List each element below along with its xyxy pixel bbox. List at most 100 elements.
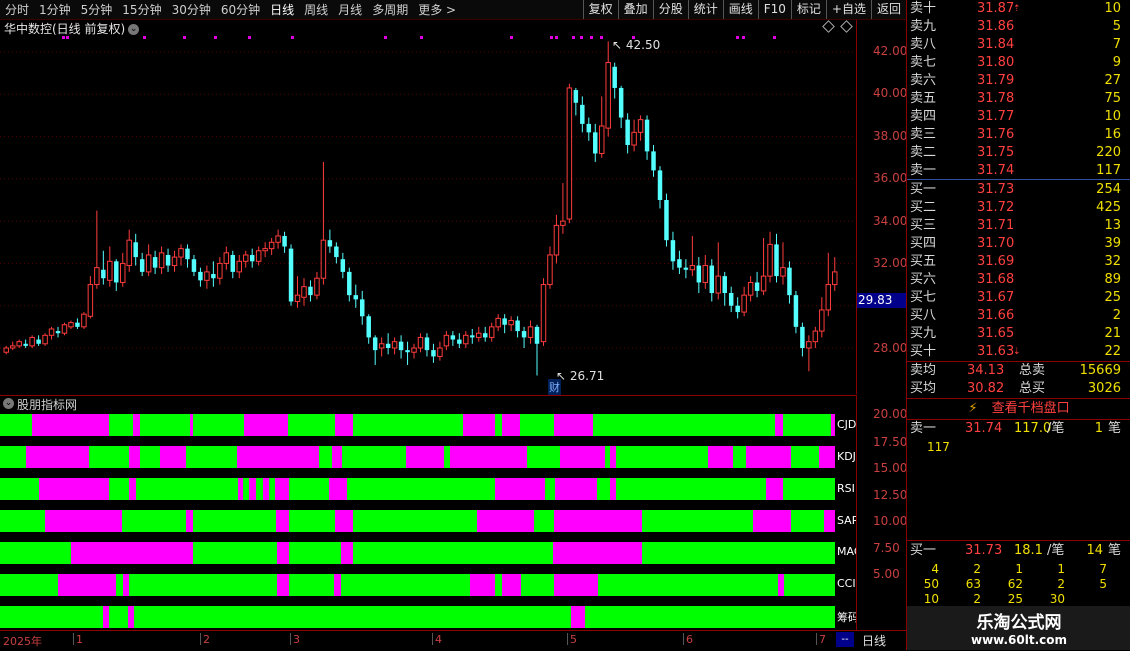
adjust-button[interactable]: 复权	[582, 0, 618, 19]
buy1-queue-row[interactable]: 买一 31.73 18.1 /笔 14 笔	[907, 542, 1130, 560]
ask-row[interactable]: 卖三 31.76 16	[907, 126, 1130, 144]
stats-button[interactable]: 统计	[687, 0, 723, 19]
axis-toggle-button[interactable]: --	[836, 632, 854, 647]
period-tab-more[interactable]: 更多 >	[413, 1, 461, 18]
ask-row[interactable]: 卖五 31.78 75	[907, 90, 1130, 108]
chevron-down-icon[interactable]: ⌄	[128, 24, 140, 35]
period-tab-multi[interactable]: 多周期	[367, 1, 413, 18]
bid-row[interactable]: 买三 31.71 13	[907, 217, 1130, 235]
stock-title: 华中数控(日线 前复权)	[4, 22, 126, 36]
period-tab-daily[interactable]: 日线	[265, 1, 299, 18]
bid-row[interactable]: 买七 31.67 25	[907, 289, 1130, 307]
chevron-down-icon[interactable]: ⌄	[3, 398, 14, 409]
draw-line-button[interactable]: 画线	[722, 0, 758, 19]
bid-volume: 89	[1104, 272, 1121, 287]
period-tab-30min[interactable]: 30分钟	[167, 1, 216, 18]
mark-button[interactable]: 标记	[790, 0, 826, 19]
ask-volume: 27	[1104, 73, 1121, 88]
indicator-segment	[341, 542, 353, 564]
ask-volume: 75	[1104, 91, 1121, 106]
view-full-depth-button[interactable]: ⚡ 查看千档盘口	[907, 400, 1130, 418]
queue-order-size: 62	[1007, 577, 1023, 591]
period-tab-15min[interactable]: 15分钟	[117, 1, 166, 18]
candle	[242, 250, 249, 268]
candle	[488, 322, 495, 342]
indicator-segment	[190, 414, 193, 436]
candle-body	[178, 248, 184, 258]
sell1-queue-unit2: 笔	[1107, 421, 1121, 436]
diamond-icon[interactable]	[840, 20, 853, 33]
candle	[637, 115, 644, 141]
ask-row[interactable]: 卖一 31.74 117	[907, 162, 1130, 180]
period-tab-fenshi[interactable]: 分时	[0, 1, 34, 18]
indicator-segment	[256, 478, 263, 500]
indicator-header[interactable]: ⌄ 股朋指标网	[0, 395, 856, 412]
candle	[443, 331, 450, 351]
candle-body	[832, 271, 838, 286]
bid-level-label: 买十	[910, 344, 937, 359]
candle-body	[185, 248, 190, 260]
overlay-button[interactable]: 叠加	[617, 0, 653, 19]
candle	[48, 326, 55, 340]
sell1-queue-row[interactable]: 卖一 31.74 117.0 /笔 1 笔	[907, 420, 1130, 438]
indicator-segment	[26, 446, 89, 468]
candlestick-chart[interactable]	[0, 36, 856, 394]
ask-row[interactable]: 卖二 31.75 220	[907, 144, 1130, 162]
ask-price: 31.77	[977, 109, 1015, 124]
period-tab-1min[interactable]: 1分钟	[34, 1, 76, 18]
period-tab-weekly[interactable]: 周线	[299, 1, 333, 18]
indicator-segment	[275, 478, 289, 500]
indicator-bars[interactable]	[0, 412, 836, 630]
bid-row[interactable]: 买五 31.69 32	[907, 253, 1130, 271]
candle	[16, 339, 22, 348]
chart-title[interactable]: 华中数控(日线 前复权) ⌄	[4, 20, 140, 37]
time-axis[interactable]: 2025年 1 2 3 4 5 6 7 -- 日线	[0, 630, 906, 651]
ask-row[interactable]: 卖六 31.79 27	[907, 72, 1130, 90]
ask-level-label: 卖一	[910, 163, 937, 178]
bid-row[interactable]: 买十 31.63 ⇣ 22	[907, 343, 1130, 361]
candle	[107, 246, 113, 287]
sub-stock-button[interactable]: 分股	[652, 0, 688, 19]
bid-row[interactable]: 买八 31.66 2	[907, 307, 1130, 325]
bid-row[interactable]: 买四 31.70 39	[907, 235, 1130, 253]
axis-period-tab[interactable]: 日线	[862, 632, 886, 649]
lightning-icon: ⚡	[968, 401, 978, 416]
bid-row[interactable]: 买一 31.73 254	[907, 181, 1130, 199]
candle-body	[107, 260, 113, 281]
candle	[29, 335, 35, 348]
diamond-icon[interactable]	[822, 20, 835, 33]
candle-body	[527, 326, 534, 338]
ask-row[interactable]: 卖四 31.77 10	[907, 108, 1130, 126]
financial-report-marker[interactable]: 财	[548, 379, 561, 395]
candle	[741, 286, 747, 317]
candle	[255, 246, 262, 266]
period-tab-5min[interactable]: 5分钟	[76, 1, 118, 18]
total-buy-value: 3026	[1087, 381, 1121, 396]
bid-row[interactable]: 买二 31.72 425	[907, 199, 1130, 217]
candle	[521, 326, 527, 348]
period-tab-monthly[interactable]: 月线	[333, 1, 367, 18]
candle	[825, 252, 832, 317]
ask-row[interactable]: 卖七 31.80 9	[907, 54, 1130, 72]
add-watchlist-button[interactable]: +自选	[825, 0, 871, 19]
indicator-label-chip: 筹码	[837, 611, 857, 624]
candle-body	[360, 299, 365, 317]
view-full-depth-label: 查看千档盘口	[991, 401, 1070, 416]
candle-body	[495, 317, 501, 328]
f10-button[interactable]: F10	[757, 0, 791, 19]
candle-body	[800, 326, 805, 348]
indicator-segment	[334, 574, 341, 596]
signal-dot	[742, 36, 745, 39]
ask-level-label: 卖八	[910, 37, 937, 52]
back-button[interactable]: 返回	[870, 0, 906, 19]
ask-row[interactable]: 卖十 31.87 ⇡ 10	[907, 0, 1130, 18]
price-tick: 38.00	[873, 129, 908, 143]
bid-row[interactable]: 买九 31.65 21	[907, 325, 1130, 343]
ask-row[interactable]: 卖八 31.84 7	[907, 36, 1130, 54]
candle-body	[709, 265, 715, 294]
bid-row[interactable]: 买六 31.68 89	[907, 271, 1130, 289]
candle-body	[586, 123, 592, 133]
period-tab-60min[interactable]: 60分钟	[216, 1, 265, 18]
candle	[457, 333, 462, 348]
ask-row[interactable]: 卖九 31.86 5	[907, 18, 1130, 36]
